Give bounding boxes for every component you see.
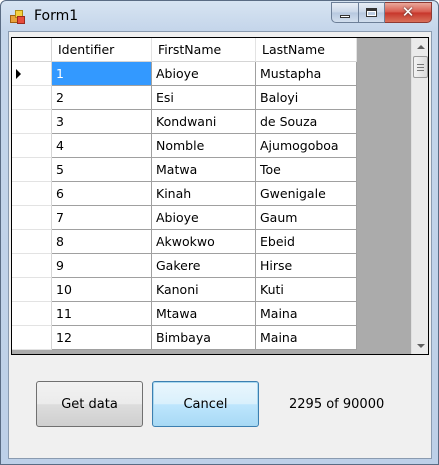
- minimize-icon: [340, 15, 350, 18]
- row-header[interactable]: [12, 230, 52, 254]
- caption-buttons: ✕: [331, 2, 432, 23]
- cell-lastname[interactable]: Baloyi: [256, 86, 357, 110]
- scroll-thumb[interactable]: [413, 56, 428, 78]
- row-header[interactable]: [12, 182, 52, 206]
- close-button[interactable]: ✕: [385, 2, 432, 23]
- cell-identifier[interactable]: 4: [52, 134, 152, 158]
- cell-identifier[interactable]: 2: [52, 86, 152, 110]
- cell-identifier[interactable]: 6: [52, 182, 152, 206]
- arrow-up-icon: [416, 44, 425, 49]
- cell-identifier[interactable]: 8: [52, 230, 152, 254]
- window-title: Form1: [34, 8, 79, 24]
- column-header-identifier[interactable]: Identifier: [52, 38, 152, 62]
- row-header[interactable]: [12, 62, 52, 86]
- cell-identifier[interactable]: 12: [52, 326, 152, 350]
- cell-lastname[interactable]: Kuti: [256, 278, 357, 302]
- cell-lastname[interactable]: Ajumogoboa: [256, 134, 357, 158]
- cell-lastname[interactable]: Maina: [256, 302, 357, 326]
- grid-corner-header[interactable]: [12, 38, 52, 62]
- column-header-firstname[interactable]: FirstName: [152, 38, 256, 62]
- cell-firstname[interactable]: Nomble: [152, 134, 256, 158]
- scroll-down-button[interactable]: [412, 337, 428, 354]
- grid-content: Identifier FirstName LastName 1 Abioye Mus…: [12, 38, 412, 354]
- cell-firstname[interactable]: Kondwani: [152, 110, 256, 134]
- app-icon: [10, 10, 26, 24]
- cell-firstname[interactable]: Bimbaya: [152, 326, 256, 350]
- cell-firstname[interactable]: Kanoni: [152, 278, 256, 302]
- row-header[interactable]: [12, 254, 52, 278]
- close-icon: ✕: [401, 3, 415, 21]
- cancel-button[interactable]: Cancel: [152, 381, 259, 427]
- cell-lastname[interactable]: de Souza: [256, 110, 357, 134]
- grid-rows: 1 Abioye Mustapha 2 Esi Baloyi 3 Kondwani de Sou…: [12, 62, 357, 350]
- cell-firstname[interactable]: Abioye: [152, 206, 256, 230]
- cell-identifier[interactable]: 3: [52, 110, 152, 134]
- get-data-button[interactable]: Get data: [36, 381, 143, 427]
- data-grid[interactable]: Identifier FirstName LastName 1 Abioye Mus…: [11, 37, 429, 355]
- row-header[interactable]: [12, 110, 52, 134]
- arrow-down-icon: [416, 343, 425, 348]
- cell-lastname[interactable]: Gwenigale: [256, 182, 357, 206]
- row-header[interactable]: [12, 302, 52, 326]
- cell-identifier[interactable]: 11: [52, 302, 152, 326]
- row-header[interactable]: [12, 326, 52, 350]
- cell-lastname[interactable]: Ebeid: [256, 230, 357, 254]
- cell-lastname[interactable]: Toe: [256, 158, 357, 182]
- table-row[interactable]: 8 Akwokwo Ebeid: [12, 230, 357, 254]
- cell-identifier[interactable]: 5: [52, 158, 152, 182]
- maximize-icon: [366, 8, 377, 17]
- cell-firstname[interactable]: Akwokwo: [152, 230, 256, 254]
- row-header[interactable]: [12, 134, 52, 158]
- cell-firstname[interactable]: Abioye: [152, 62, 256, 86]
- cell-firstname[interactable]: Kinah: [152, 182, 256, 206]
- cell-firstname[interactable]: Matwa: [152, 158, 256, 182]
- maximize-button[interactable]: [358, 2, 385, 23]
- form1-window: Form1 ✕ Identifier FirstName LastName 1 …: [0, 0, 439, 465]
- title-bar[interactable]: Form1 ✕: [1, 1, 438, 31]
- cell-lastname[interactable]: Maina: [256, 326, 357, 350]
- table-row[interactable]: 10 Kanoni Kuti: [12, 278, 357, 302]
- cell-firstname[interactable]: Esi: [152, 86, 256, 110]
- cell-identifier[interactable]: 7: [52, 206, 152, 230]
- row-header[interactable]: [12, 278, 52, 302]
- client-area: Identifier FirstName LastName 1 Abioye Mus…: [8, 31, 432, 459]
- progress-status-label: 2295 of 90000: [289, 397, 385, 412]
- table-row[interactable]: 12 Bimbaya Maina: [12, 326, 357, 350]
- row-header[interactable]: [12, 206, 52, 230]
- current-row-arrow-icon: [16, 69, 21, 79]
- cell-firstname[interactable]: Gakere: [152, 254, 256, 278]
- scroll-up-button[interactable]: [412, 38, 428, 55]
- minimize-button[interactable]: [331, 2, 358, 23]
- table-row[interactable]: 4 Nomble Ajumogoboa: [12, 134, 357, 158]
- table-row[interactable]: 9 Gakere Hirse: [12, 254, 357, 278]
- table-row[interactable]: 3 Kondwani de Souza: [12, 110, 357, 134]
- table-row[interactable]: 1 Abioye Mustapha: [12, 62, 357, 86]
- table-row[interactable]: 5 Matwa Toe: [12, 158, 357, 182]
- column-header-lastname[interactable]: LastName: [256, 38, 357, 62]
- cell-identifier[interactable]: 1: [52, 62, 152, 86]
- cell-lastname[interactable]: Gaum: [256, 206, 357, 230]
- table-row[interactable]: 11 Mtawa Maina: [12, 302, 357, 326]
- cell-identifier[interactable]: 9: [52, 254, 152, 278]
- table-row[interactable]: 6 Kinah Gwenigale: [12, 182, 357, 206]
- row-header[interactable]: [12, 158, 52, 182]
- cell-lastname[interactable]: Hirse: [256, 254, 357, 278]
- vertical-scrollbar[interactable]: [411, 38, 428, 354]
- cell-lastname[interactable]: Mustapha: [256, 62, 357, 86]
- cell-firstname[interactable]: Mtawa: [152, 302, 256, 326]
- table-row[interactable]: 2 Esi Baloyi: [12, 86, 357, 110]
- table-row[interactable]: 7 Abioye Gaum: [12, 206, 357, 230]
- cell-identifier[interactable]: 10: [52, 278, 152, 302]
- column-header-row: Identifier FirstName LastName: [12, 38, 357, 62]
- row-header[interactable]: [12, 86, 52, 110]
